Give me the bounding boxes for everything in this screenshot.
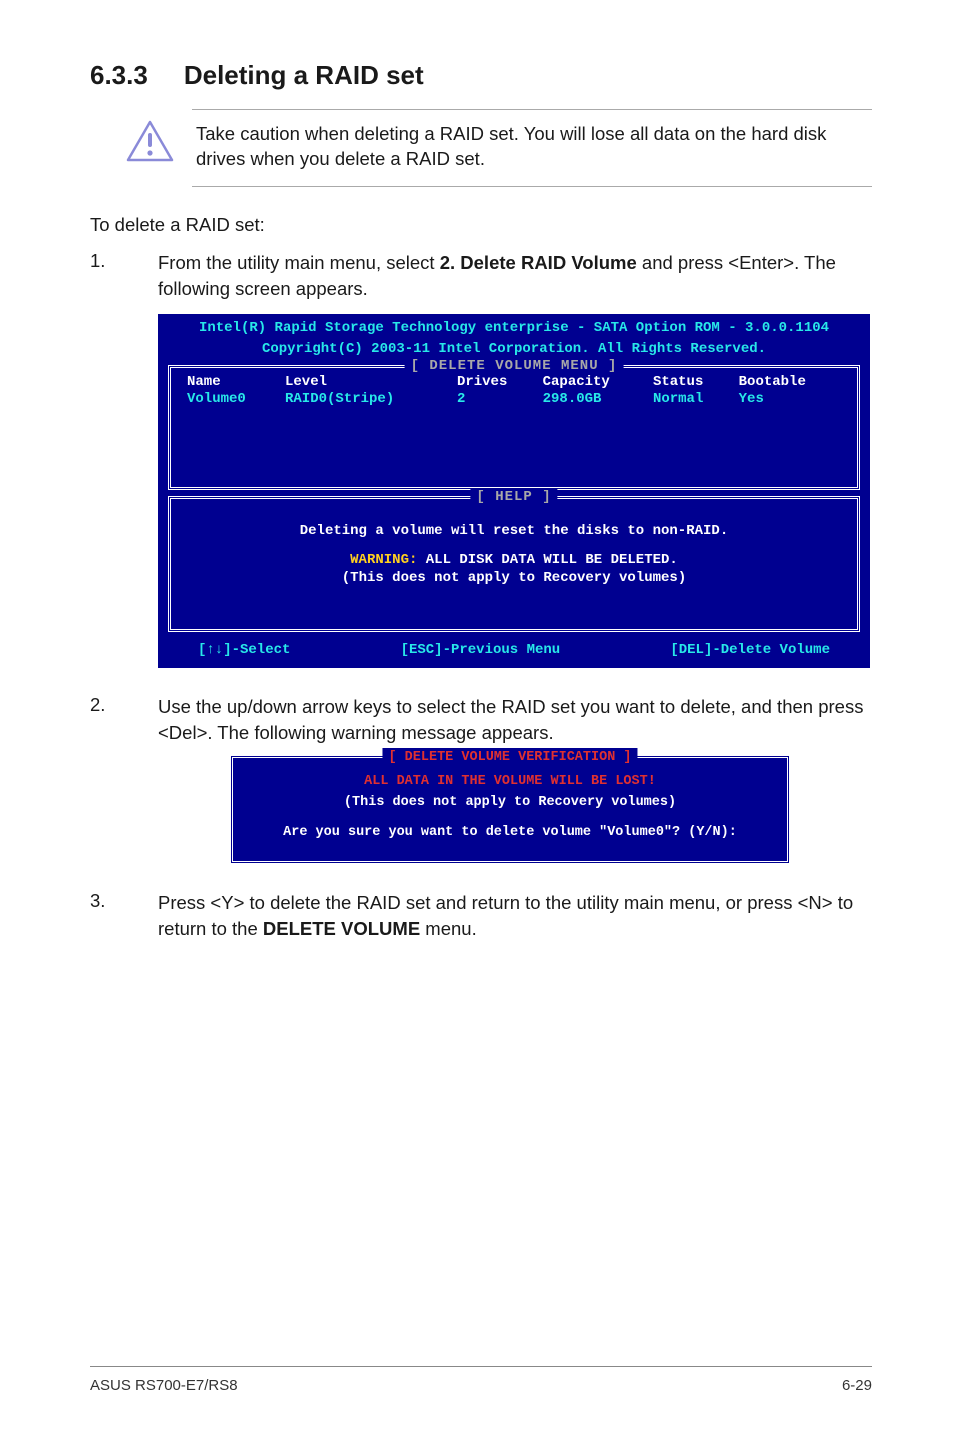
caution-block: Take caution when deleting a RAID set. Y… bbox=[192, 109, 872, 187]
col-status: Status bbox=[649, 374, 735, 392]
dialog-line-2: (This does not apply to Recovery volumes… bbox=[243, 793, 777, 813]
dialog-warning-line: ALL DATA IN THE VOLUME WILL BE LOST! bbox=[243, 772, 777, 792]
step-text: Use the up/down arrow keys to select the… bbox=[158, 694, 872, 746]
help-warning-line: WARNING: ALL DISK DATA WILL BE DELETED. bbox=[183, 552, 845, 570]
footer-page-number: 6-29 bbox=[842, 1377, 872, 1394]
cell-status: Normal bbox=[649, 391, 735, 409]
cell-level: RAID0(Stripe) bbox=[281, 391, 453, 409]
bios-volume-frame: [ DELETE VOLUME MENU ] Name Level Drives… bbox=[168, 365, 860, 490]
step-text: From the utility main menu, select 2. De… bbox=[158, 250, 872, 302]
section-number: 6.3.3 bbox=[90, 60, 148, 91]
caution-icon bbox=[126, 120, 174, 172]
bios-footer-bar: [↑↓]-Select [ESC]-Previous Menu [DEL]-De… bbox=[158, 638, 870, 668]
step-2: 2. Use the up/down arrow keys to select … bbox=[90, 694, 872, 746]
step-number: 2. bbox=[90, 694, 120, 746]
table-row[interactable]: Volume0 RAID0(Stripe) 2 298.0GB Normal Y… bbox=[183, 391, 845, 409]
bios-header-line-1: Intel(R) Rapid Storage Technology enterp… bbox=[158, 318, 870, 340]
col-level: Level bbox=[281, 374, 453, 392]
bios-volume-table: Name Level Drives Capacity Status Bootab… bbox=[183, 374, 845, 409]
section-heading: 6.3.3 Deleting a RAID set bbox=[90, 60, 872, 91]
cell-name: Volume0 bbox=[183, 391, 281, 409]
col-capacity: Capacity bbox=[539, 374, 649, 392]
section-title: Deleting a RAID set bbox=[184, 60, 424, 91]
step-number: 1. bbox=[90, 250, 120, 302]
col-name: Name bbox=[183, 374, 281, 392]
bios-screen-delete-volume: Intel(R) Rapid Storage Technology enterp… bbox=[158, 314, 870, 668]
footer-product: ASUS RS700-E7/RS8 bbox=[90, 1377, 238, 1394]
col-drives: Drives bbox=[453, 374, 539, 392]
help-line-3: (This does not apply to Recovery volumes… bbox=[183, 570, 845, 588]
foot-previous: [ESC]-Previous Menu bbox=[401, 642, 561, 660]
help-line-1: Deleting a volume will reset the disks t… bbox=[183, 523, 845, 541]
cell-bootable: Yes bbox=[735, 391, 845, 409]
step-3: 3. Press <Y> to delete the RAID set and … bbox=[90, 890, 872, 942]
col-bootable: Bootable bbox=[735, 374, 845, 392]
bios-help-title: [ HELP ] bbox=[470, 489, 557, 507]
foot-select: [↑↓]-Select bbox=[198, 642, 290, 660]
caution-text: Take caution when deleting a RAID set. Y… bbox=[196, 120, 872, 172]
foot-delete: [DEL]-Delete Volume bbox=[670, 642, 830, 660]
cell-drives: 2 bbox=[453, 391, 539, 409]
step-number: 3. bbox=[90, 890, 120, 942]
step-text: Press <Y> to delete the RAID set and ret… bbox=[158, 890, 872, 942]
step-1: 1. From the utility main menu, select 2.… bbox=[90, 250, 872, 302]
cell-capacity: 298.0GB bbox=[539, 391, 649, 409]
intro-text: To delete a RAID set: bbox=[90, 213, 872, 238]
bios-help-frame: [ HELP ] Deleting a volume will reset th… bbox=[168, 496, 860, 633]
bios-frame-title: [ DELETE VOLUME MENU ] bbox=[405, 358, 624, 376]
dialog-prompt: Are you sure you want to delete volume "… bbox=[243, 823, 777, 843]
table-header-row: Name Level Drives Capacity Status Bootab… bbox=[183, 374, 845, 392]
page-footer: ASUS RS700-E7/RS8 6-29 bbox=[90, 1366, 872, 1394]
bios-dialog-delete-verification: [ DELETE VOLUME VERIFICATION ] ALL DATA … bbox=[230, 755, 790, 864]
dialog-title: [ DELETE VOLUME VERIFICATION ] bbox=[382, 748, 637, 768]
